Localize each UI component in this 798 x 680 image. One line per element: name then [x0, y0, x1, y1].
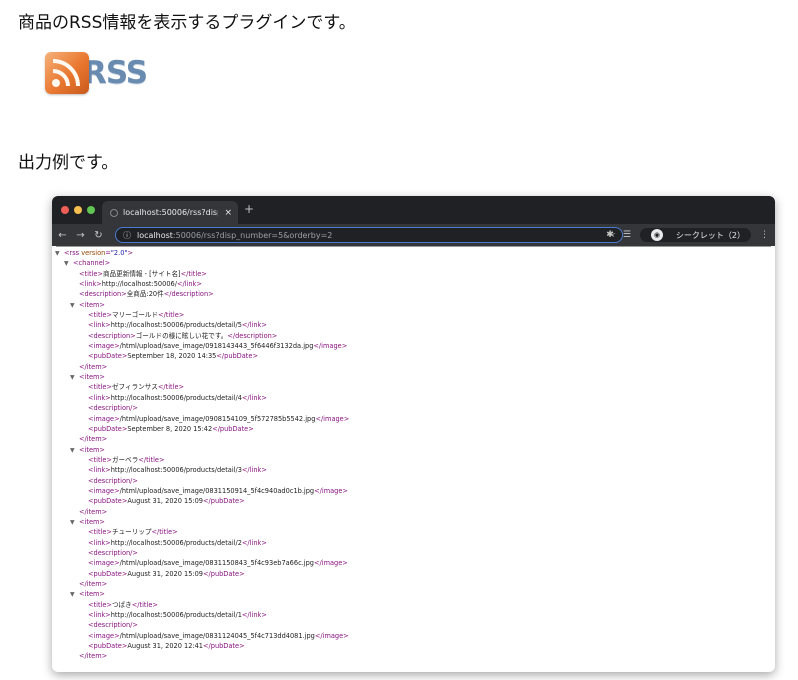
xml-channel-link: <link>http://localhost:50006/</link>: [79, 280, 202, 289]
info-icon[interactable]: ⓘ: [123, 230, 131, 241]
collapse-triangle-icon[interactable]: ▼: [70, 590, 79, 600]
xml-item-link: <link>http://localhost:50006/products/de…: [88, 321, 267, 330]
url-path: :50006/rss?disp_number=5&orderby=2: [172, 230, 333, 240]
xml-item-image: <image>/html/upload/save_image/091814344…: [88, 342, 348, 351]
tab-favicon-icon: [110, 208, 118, 217]
browser-tab[interactable]: localhost:50006/rss?disp_num ×: [102, 201, 238, 224]
collapse-triangle-icon[interactable]: ▼: [70, 373, 79, 383]
xml-item-open[interactable]: ▼ <item>: [52, 300, 775, 310]
xml-item-open[interactable]: ▼ <item>: [52, 517, 775, 527]
menu-icon[interactable]: ⋮: [760, 230, 769, 240]
collapse-triangle-icon[interactable]: ▼: [64, 259, 73, 269]
xml-item-open[interactable]: ▼ <item>: [52, 372, 775, 382]
xml-item-close: </item>: [79, 580, 108, 588]
xml-item-image: <image>/html/upload/save_image/083112404…: [88, 631, 349, 640]
xml-item-title: <title>ガーベラ</title>: [88, 455, 165, 464]
xml-item-title: <title>チューリップ</title>: [88, 528, 178, 537]
minimize-window-button[interactable]: [74, 206, 82, 214]
forward-arrow-icon[interactable]: →: [73, 230, 88, 241]
close-window-button[interactable]: [61, 206, 69, 214]
plugin-description-heading: 商品のRSS情報を表示するプラグインです。: [18, 13, 356, 33]
xml-item-title: <title>つばき</title>: [88, 600, 158, 609]
url-host: localhost: [137, 230, 173, 240]
collapse-triangle-icon[interactable]: ▼: [55, 249, 64, 259]
xml-channel-title: <title>商品更新情報 - [サイト名]</title>: [79, 269, 207, 278]
collapse-triangle-icon[interactable]: ▼: [70, 446, 79, 456]
xml-item-description: <description>ゴールドの様に眩しい花です。</description…: [88, 331, 278, 340]
extensions-icon[interactable]: ✱: [606, 230, 614, 240]
xml-item-link: <link>http://localhost:50006/products/de…: [88, 466, 267, 475]
tab-close-icon[interactable]: ×: [224, 208, 232, 218]
back-arrow-icon[interactable]: ←: [55, 230, 70, 241]
rss-feed-icon: [45, 52, 89, 94]
profile-label: シークレット（2）: [675, 230, 745, 240]
xml-item-pubdate: <pubDate>August 31, 2020 15:09</pubDate>: [88, 569, 245, 578]
rss-logo-text: RSS: [83, 55, 148, 91]
xml-rss-open[interactable]: ▼ <rss version="2.0">: [52, 248, 775, 258]
address-bar[interactable]: ⓘ localhost:50006/rss?disp_number=5&orde…: [115, 227, 623, 243]
xml-item-pubdate: <pubDate>September 18, 2020 14:35</pubDa…: [88, 352, 258, 361]
xml-channel-open[interactable]: ▼ <channel>: [52, 258, 775, 268]
xml-item-link: <link>http://localhost:50006/products/de…: [88, 538, 267, 547]
xml-item-link: <link>http://localhost:50006/products/de…: [88, 611, 267, 620]
collapse-triangle-icon[interactable]: ▼: [70, 518, 79, 528]
xml-item-description: <description/>: [88, 404, 138, 413]
new-tab-button[interactable]: +: [244, 202, 254, 216]
xml-tree-view: ▼ <rss version="2.0"> ▼ <channel> <title>商品更…: [52, 248, 775, 662]
xml-item-title: <title>マリーゴールド</title>: [88, 311, 185, 320]
xml-item-image: <image>/html/upload/save_image/083115091…: [88, 486, 348, 495]
zoom-window-button[interactable]: [87, 206, 95, 214]
xml-item-close: </item>: [79, 652, 108, 661]
browser-toolbar: ← → ↻ ⓘ localhost:50006/rss?disp_number=…: [52, 224, 775, 246]
tab-title: localhost:50006/rss?disp_num: [123, 208, 218, 217]
xml-item-description: <description/>: [88, 621, 138, 630]
xml-item-open[interactable]: ▼ <item>: [52, 445, 775, 455]
incognito-icon: ◉: [650, 229, 663, 241]
xml-item-close: </item>: [79, 435, 108, 444]
browser-window: localhost:50006/rss?disp_num × + ← → ↻ ⓘ…: [52, 196, 775, 672]
xml-item-description: <description/>: [88, 548, 138, 557]
browser-titlebar: localhost:50006/rss?disp_num × +: [52, 196, 775, 224]
xml-item-pubdate: <pubDate>September 8, 2020 15:42</pubDat…: [88, 424, 254, 433]
xml-item-close: </item>: [79, 362, 108, 371]
xml-item-close: </item>: [79, 507, 108, 516]
xml-item-image: <image>/html/upload/save_image/090815410…: [88, 414, 350, 423]
xml-item-pubdate: <pubDate>August 31, 2020 15:09</pubDate>: [88, 497, 245, 506]
xml-item-open[interactable]: ▼ <item>: [52, 589, 775, 599]
xml-item-title: <title>ゼフィランサス</title>: [88, 383, 185, 392]
content-divider: [56, 246, 771, 247]
output-example-heading: 出力例です。: [18, 153, 119, 173]
xml-item-image: <image>/html/upload/save_image/083115084…: [88, 559, 348, 568]
reading-list-icon[interactable]: ☰: [623, 230, 631, 240]
incognito-profile-button[interactable]: ◉ シークレット（2）: [639, 228, 751, 242]
reload-icon[interactable]: ↻: [91, 230, 106, 241]
collapse-triangle-icon[interactable]: ▼: [70, 301, 79, 311]
xml-item-link: <link>http://localhost:50006/products/de…: [88, 393, 267, 402]
xml-item-pubdate: <pubDate>August 31, 2020 12:41</pubDate>: [88, 642, 245, 651]
xml-item-description: <description/>: [88, 476, 138, 485]
xml-channel-description: <description>全商品:20件</description>: [79, 290, 214, 299]
rss-logo: RSS: [45, 52, 148, 94]
